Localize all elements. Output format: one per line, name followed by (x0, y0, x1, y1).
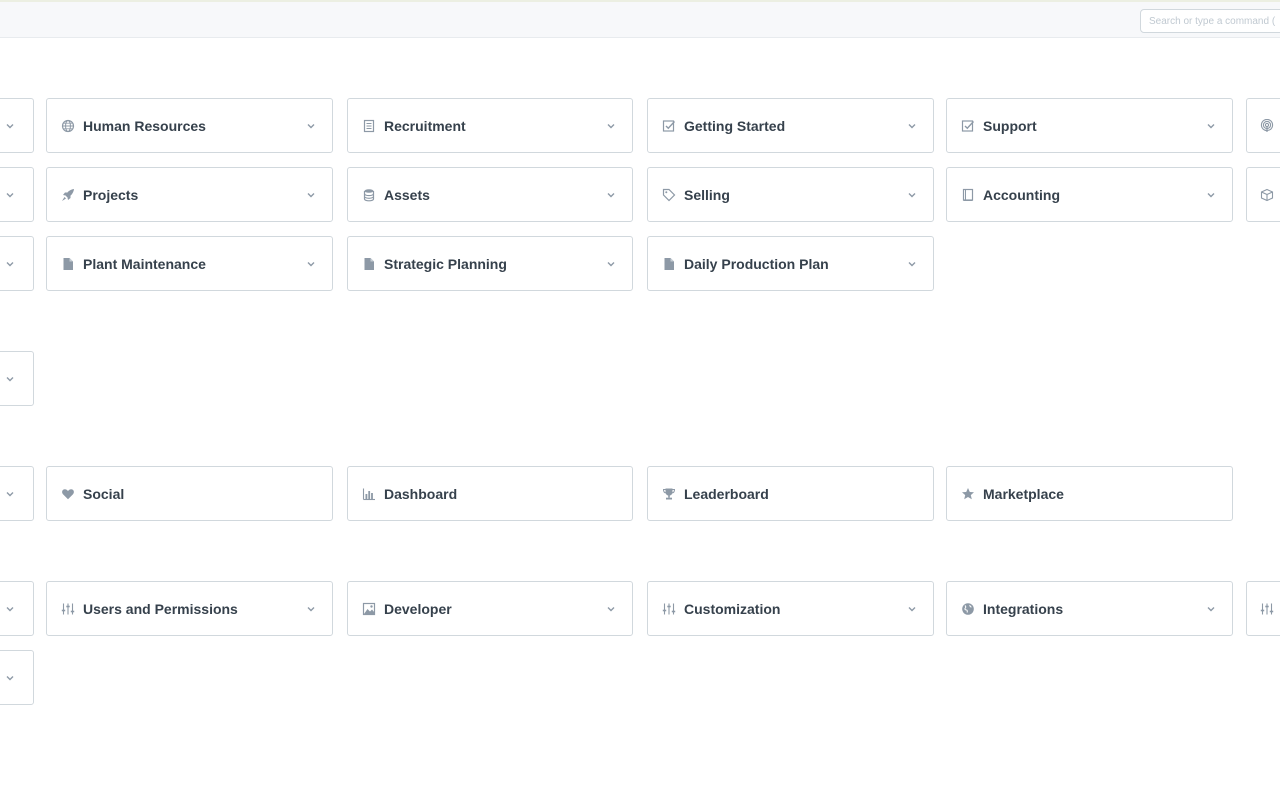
admin-label: Users and Permissions (83, 600, 238, 617)
document-icon (361, 118, 377, 134)
domain-card-partial-left[interactable] (0, 351, 34, 406)
image-icon (361, 601, 377, 617)
book-icon (960, 187, 976, 203)
heart-icon (60, 486, 76, 502)
place-card-social[interactable]: Social (46, 466, 333, 521)
star-icon (960, 486, 976, 502)
chevron-down-icon[interactable] (5, 673, 15, 683)
chevron-down-icon[interactable] (606, 121, 616, 131)
module-label: Plant Maintenance (83, 255, 206, 272)
chevron-down-icon[interactable] (5, 604, 15, 614)
place-label: Leaderboard (684, 485, 769, 502)
place-label: Dashboard (384, 485, 458, 502)
database-icon (361, 187, 377, 203)
module-label: Support (983, 117, 1037, 134)
admin-label: Customization (684, 600, 781, 617)
checkbox-icon (960, 118, 976, 134)
checkbox-icon (661, 118, 677, 134)
module-label: Accounting (983, 186, 1060, 203)
box-icon (1259, 187, 1275, 203)
chevron-down-icon[interactable] (5, 374, 15, 384)
module-label: Recruitment (384, 117, 466, 134)
module-label: Projects (83, 186, 139, 203)
file-icon (661, 256, 677, 272)
bar-chart-icon (361, 486, 377, 502)
module-label: Daily Production Plan (684, 255, 829, 272)
module-card-human-resources[interactable]: Human Resources (46, 98, 333, 153)
chevron-down-icon[interactable] (606, 259, 616, 269)
module-card-projects[interactable]: Projects (46, 167, 333, 222)
broadcast-icon (1259, 118, 1275, 134)
module-label: Selling (684, 186, 730, 203)
top-navbar (0, 0, 1280, 38)
module-label: Assets (384, 186, 430, 203)
module-card-strategic-planning[interactable]: Strategic Planning (347, 236, 633, 291)
module-card-assets[interactable]: Assets (347, 167, 633, 222)
admin-card-users-and-permissions[interactable]: Users and Permissions (46, 581, 333, 636)
admin-card-customization[interactable]: Customization (647, 581, 934, 636)
chevron-down-icon[interactable] (907, 190, 917, 200)
admin-card-developer[interactable]: Developer (347, 581, 633, 636)
chevron-down-icon[interactable] (5, 190, 15, 200)
place-label: Social (83, 485, 125, 502)
tag-icon (661, 187, 677, 203)
module-card-partial-right[interactable] (1246, 167, 1280, 222)
chevron-down-icon[interactable] (306, 259, 316, 269)
chevron-down-icon[interactable] (907, 121, 917, 131)
file-icon (361, 256, 377, 272)
search-input[interactable] (1140, 9, 1280, 33)
place-card-partial-left[interactable] (0, 466, 34, 521)
admin-label: Integrations (983, 600, 1064, 617)
chevron-down-icon[interactable] (5, 121, 15, 131)
chevron-down-icon[interactable] (1206, 190, 1216, 200)
module-card-partial-left[interactable] (0, 236, 34, 291)
module-card-recruitment[interactable]: Recruitment (347, 98, 633, 153)
module-card-daily-production-plan[interactable]: Daily Production Plan (647, 236, 934, 291)
chevron-down-icon[interactable] (5, 489, 15, 499)
chevron-down-icon[interactable] (306, 604, 316, 614)
earth-icon (960, 601, 976, 617)
chevron-down-icon[interactable] (907, 604, 917, 614)
chevron-down-icon[interactable] (5, 259, 15, 269)
sliders-icon (661, 601, 677, 617)
globe-icon (60, 118, 76, 134)
module-label: Getting Started (684, 117, 786, 134)
module-card-getting-started[interactable]: Getting Started (647, 98, 934, 153)
place-label: Marketplace (983, 485, 1064, 502)
module-card-selling[interactable]: Selling (647, 167, 934, 222)
file-icon (60, 256, 76, 272)
module-label: Human Resources (83, 117, 206, 134)
chevron-down-icon[interactable] (1206, 121, 1216, 131)
module-card-partial-right[interactable] (1246, 98, 1280, 153)
place-card-leaderboard[interactable]: Leaderboard (647, 466, 934, 521)
module-card-accounting[interactable]: Accounting (946, 167, 1233, 222)
module-card-partial-left[interactable] (0, 98, 34, 153)
module-card-plant-maintenance[interactable]: Plant Maintenance (46, 236, 333, 291)
module-card-support[interactable]: Support (946, 98, 1233, 153)
chevron-down-icon[interactable] (606, 190, 616, 200)
place-card-marketplace[interactable]: Marketplace (946, 466, 1233, 521)
admin-label: Developer (384, 600, 452, 617)
admin-card-integrations[interactable]: Integrations (946, 581, 1233, 636)
chevron-down-icon[interactable] (606, 604, 616, 614)
chevron-down-icon[interactable] (907, 259, 917, 269)
chevron-down-icon[interactable] (306, 190, 316, 200)
admin-card-partial-left[interactable] (0, 650, 34, 705)
trophy-icon (661, 486, 677, 502)
chevron-down-icon[interactable] (306, 121, 316, 131)
admin-card-partial-right[interactable] (1246, 581, 1280, 636)
module-card-partial-left[interactable] (0, 167, 34, 222)
sliders-icon (1259, 601, 1275, 617)
chevron-down-icon[interactable] (1206, 604, 1216, 614)
rocket-icon (60, 187, 76, 203)
module-label: Strategic Planning (384, 255, 507, 272)
sliders-icon (60, 601, 76, 617)
admin-card-partial-left[interactable] (0, 581, 34, 636)
place-card-dashboard[interactable]: Dashboard (347, 466, 633, 521)
